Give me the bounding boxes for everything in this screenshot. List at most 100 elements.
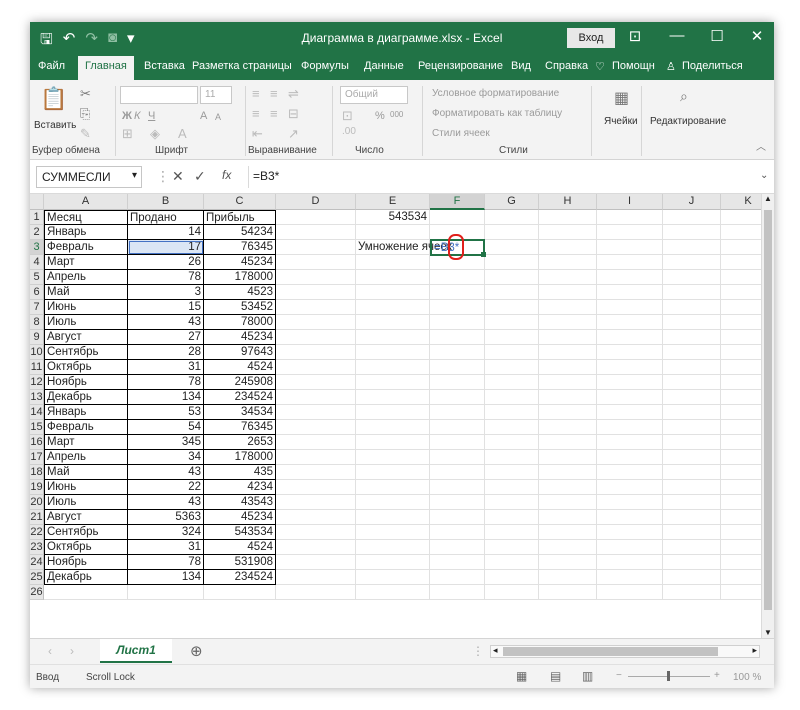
cell-b1[interactable]: Продано <box>128 210 204 225</box>
page-layout-view-icon[interactable]: ▤ <box>550 669 561 683</box>
scroll-up-icon[interactable]: ▲ <box>764 194 772 203</box>
align-center-icon[interactable]: ≡ <box>270 106 278 121</box>
fill-handle[interactable] <box>481 252 486 257</box>
cell-d3[interactable] <box>276 240 356 255</box>
cell-a1[interactable]: Месяц <box>44 210 128 225</box>
bold-button[interactable]: Ж <box>122 110 132 122</box>
cell-h19[interactable] <box>539 480 597 495</box>
row-header[interactable]: 14 <box>30 405 44 420</box>
cell-a12[interactable]: Ноябрь <box>44 375 128 390</box>
cell-g24[interactable] <box>485 555 539 570</box>
cell-d14[interactable] <box>276 405 356 420</box>
cell-d13[interactable] <box>276 390 356 405</box>
cell-i18[interactable] <box>597 465 663 480</box>
cell-f18[interactable] <box>430 465 485 480</box>
add-sheet-icon[interactable]: ⊕ <box>190 642 203 660</box>
tab-data[interactable]: Данные <box>364 60 404 72</box>
wrap-text-icon[interactable]: ⇌ <box>288 86 299 102</box>
tell-me-box[interactable]: Помощн <box>612 60 655 72</box>
cell-a2[interactable]: Январь <box>44 225 128 240</box>
cell-c25[interactable]: 234524 <box>204 570 276 585</box>
cell-e25[interactable] <box>356 570 430 585</box>
conditional-formatting-button[interactable]: Условное форматирование <box>432 88 559 99</box>
cell-f16[interactable] <box>430 435 485 450</box>
cell-h22[interactable] <box>539 525 597 540</box>
cell-h24[interactable] <box>539 555 597 570</box>
cell-b15[interactable]: 54 <box>128 420 204 435</box>
cell-a21[interactable]: Август <box>44 510 128 525</box>
row-header[interactable]: 21 <box>30 510 44 525</box>
cell-j3[interactable] <box>663 240 721 255</box>
insert-function-icon[interactable]: fx <box>222 168 231 182</box>
cell-b7[interactable]: 15 <box>128 300 204 315</box>
expand-formula-icon[interactable]: ⌄ <box>760 170 768 181</box>
cell-d7[interactable] <box>276 300 356 315</box>
zoom-slider-thumb[interactable] <box>667 671 670 681</box>
tab-help[interactable]: Справка <box>545 60 588 72</box>
cell-j6[interactable] <box>663 285 721 300</box>
search-icon[interactable]: ⌕ <box>680 88 688 105</box>
column-header-c[interactable]: C <box>204 194 276 210</box>
cell-f5[interactable] <box>430 270 485 285</box>
formula-input[interactable]: =B3* <box>248 166 768 188</box>
row-header[interactable]: 1 <box>30 210 44 225</box>
chevron-down-icon[interactable]: ▾ <box>132 170 137 181</box>
cell-d22[interactable] <box>276 525 356 540</box>
cell-c14[interactable]: 34534 <box>204 405 276 420</box>
cell-a19[interactable]: Июнь <box>44 480 128 495</box>
cell-c10[interactable]: 97643 <box>204 345 276 360</box>
cell-g15[interactable] <box>485 420 539 435</box>
cell-i11[interactable] <box>597 360 663 375</box>
cell-h14[interactable] <box>539 405 597 420</box>
cell-g10[interactable] <box>485 345 539 360</box>
currency-icon[interactable]: ⊡ <box>342 108 353 124</box>
cell-a5[interactable]: Апрель <box>44 270 128 285</box>
align-middle-icon[interactable]: ≡ <box>270 86 278 101</box>
cell-a6[interactable]: Май <box>44 285 128 300</box>
cell-c18[interactable]: 435 <box>204 465 276 480</box>
cell-g26[interactable] <box>485 585 539 600</box>
column-header-i[interactable]: I <box>597 194 663 210</box>
cell-e13[interactable] <box>356 390 430 405</box>
cell-j19[interactable] <box>663 480 721 495</box>
cell-c11[interactable]: 4524 <box>204 360 276 375</box>
cell-i3[interactable] <box>597 240 663 255</box>
cell-j26[interactable] <box>663 585 721 600</box>
cell-e18[interactable] <box>356 465 430 480</box>
column-header-b[interactable]: B <box>128 194 204 210</box>
cell-g2[interactable] <box>485 225 539 240</box>
cell-f23[interactable] <box>430 540 485 555</box>
grow-font-button[interactable]: A <box>200 110 207 122</box>
cell-j21[interactable] <box>663 510 721 525</box>
ribbon-display-icon[interactable]: ⊡ <box>620 27 650 45</box>
cell-c2[interactable]: 54234 <box>204 225 276 240</box>
row-header[interactable]: 12 <box>30 375 44 390</box>
editing-button[interactable]: Редактирование <box>650 116 726 127</box>
cell-a10[interactable]: Сентябрь <box>44 345 128 360</box>
cell-e24[interactable] <box>356 555 430 570</box>
cell-i25[interactable] <box>597 570 663 585</box>
cell-i20[interactable] <box>597 495 663 510</box>
cell-g25[interactable] <box>485 570 539 585</box>
cell-a16[interactable]: Март <box>44 435 128 450</box>
cell-a25[interactable]: Декабрь <box>44 570 128 585</box>
cell-d1[interactable] <box>276 210 356 225</box>
cell-i1[interactable] <box>597 210 663 225</box>
cell-e10[interactable] <box>356 345 430 360</box>
cell-c19[interactable]: 4234 <box>204 480 276 495</box>
column-header-g[interactable]: G <box>485 194 539 210</box>
row-header[interactable]: 20 <box>30 495 44 510</box>
cell-d25[interactable] <box>276 570 356 585</box>
cell-e12[interactable] <box>356 375 430 390</box>
cell-d18[interactable] <box>276 465 356 480</box>
cells-icon[interactable]: ▦ <box>614 88 629 108</box>
cell-b25[interactable]: 134 <box>128 570 204 585</box>
cell-j4[interactable] <box>663 255 721 270</box>
cell-g22[interactable] <box>485 525 539 540</box>
row-header[interactable]: 22 <box>30 525 44 540</box>
cell-b10[interactable]: 28 <box>128 345 204 360</box>
row-header[interactable]: 24 <box>30 555 44 570</box>
font-size-box[interactable]: 11 <box>200 86 232 104</box>
cell-g18[interactable] <box>485 465 539 480</box>
cell-d4[interactable] <box>276 255 356 270</box>
